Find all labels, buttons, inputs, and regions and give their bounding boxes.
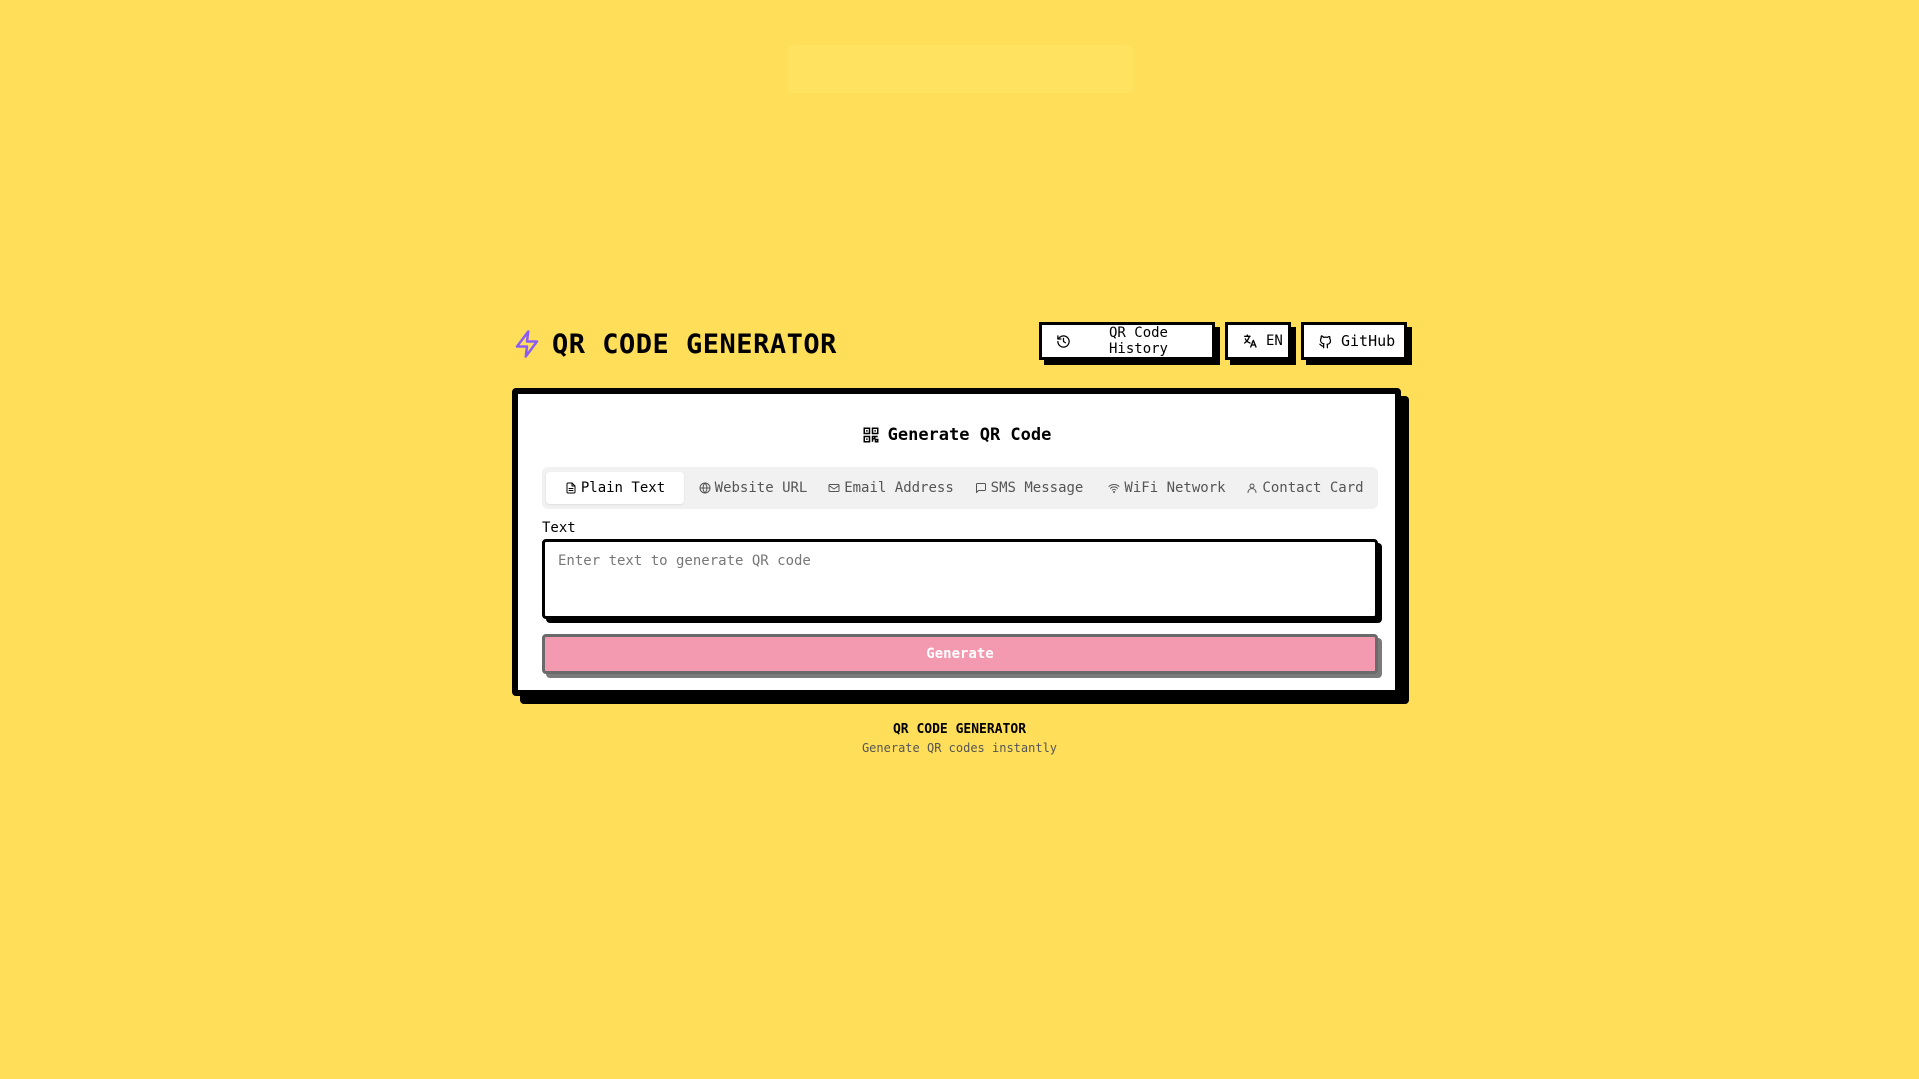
message-icon [975, 482, 991, 494]
tab-wifi-network[interactable]: WiFi Network [1098, 472, 1236, 504]
app-title: QR CODE GENERATOR [552, 328, 837, 360]
tab-website-url[interactable]: Website URL [684, 472, 822, 504]
mail-icon [828, 482, 844, 494]
globe-icon [699, 482, 715, 494]
tab-email-address[interactable]: Email Address [822, 472, 960, 504]
github-icon [1318, 334, 1341, 349]
type-tabs: Plain Text Website URL Email Address SMS… [542, 467, 1378, 509]
card-title-text: Generate QR Code [887, 425, 1052, 445]
tab-label: SMS Message [990, 480, 1084, 496]
qr-code-icon [862, 426, 888, 444]
tab-label: Contact Card [1262, 480, 1364, 496]
file-text-icon [565, 482, 581, 494]
lightning-icon [512, 328, 542, 360]
text-input[interactable] [542, 539, 1378, 619]
tab-label: WiFi Network [1124, 480, 1226, 496]
text-field-label: Text [542, 520, 576, 536]
generate-button[interactable]: Generate [542, 634, 1378, 674]
tab-label: Plain Text [580, 480, 666, 496]
header-actions: QR Code History EN GitHub [1039, 322, 1407, 360]
history-icon [1056, 334, 1079, 349]
tab-plain-text[interactable]: Plain Text [546, 472, 684, 504]
tab-label: Email Address [844, 480, 954, 496]
footer: QR CODE GENERATOR Generate QR codes inst… [0, 722, 1919, 755]
footer-title: QR CODE GENERATOR [892, 722, 1027, 737]
text-input-wrap [542, 539, 1378, 619]
language-label: EN [1266, 333, 1283, 349]
faded-banner [787, 45, 1133, 93]
qr-history-label: QR Code History [1108, 325, 1168, 357]
tab-sms-message[interactable]: SMS Message [960, 472, 1098, 504]
user-icon [1246, 482, 1262, 494]
qr-history-button[interactable]: QR Code History [1039, 322, 1215, 360]
language-button[interactable]: EN [1225, 322, 1291, 360]
github-label: GitHub [1341, 332, 1396, 350]
generator-card: Generate QR Code Plain Text Website URL … [512, 388, 1401, 696]
brand: QR CODE GENERATOR [512, 328, 837, 360]
tab-label: Website URL [714, 480, 808, 496]
header: QR CODE GENERATOR QR Code History EN Git… [512, 322, 1407, 364]
translate-icon [1242, 333, 1266, 349]
card-title: Generate QR Code [518, 425, 1395, 445]
github-button[interactable]: GitHub [1301, 322, 1407, 360]
wifi-icon [1108, 482, 1124, 494]
tab-contact-card[interactable]: Contact Card [1236, 472, 1374, 504]
footer-subtitle: Generate QR codes instantly [861, 741, 1058, 755]
